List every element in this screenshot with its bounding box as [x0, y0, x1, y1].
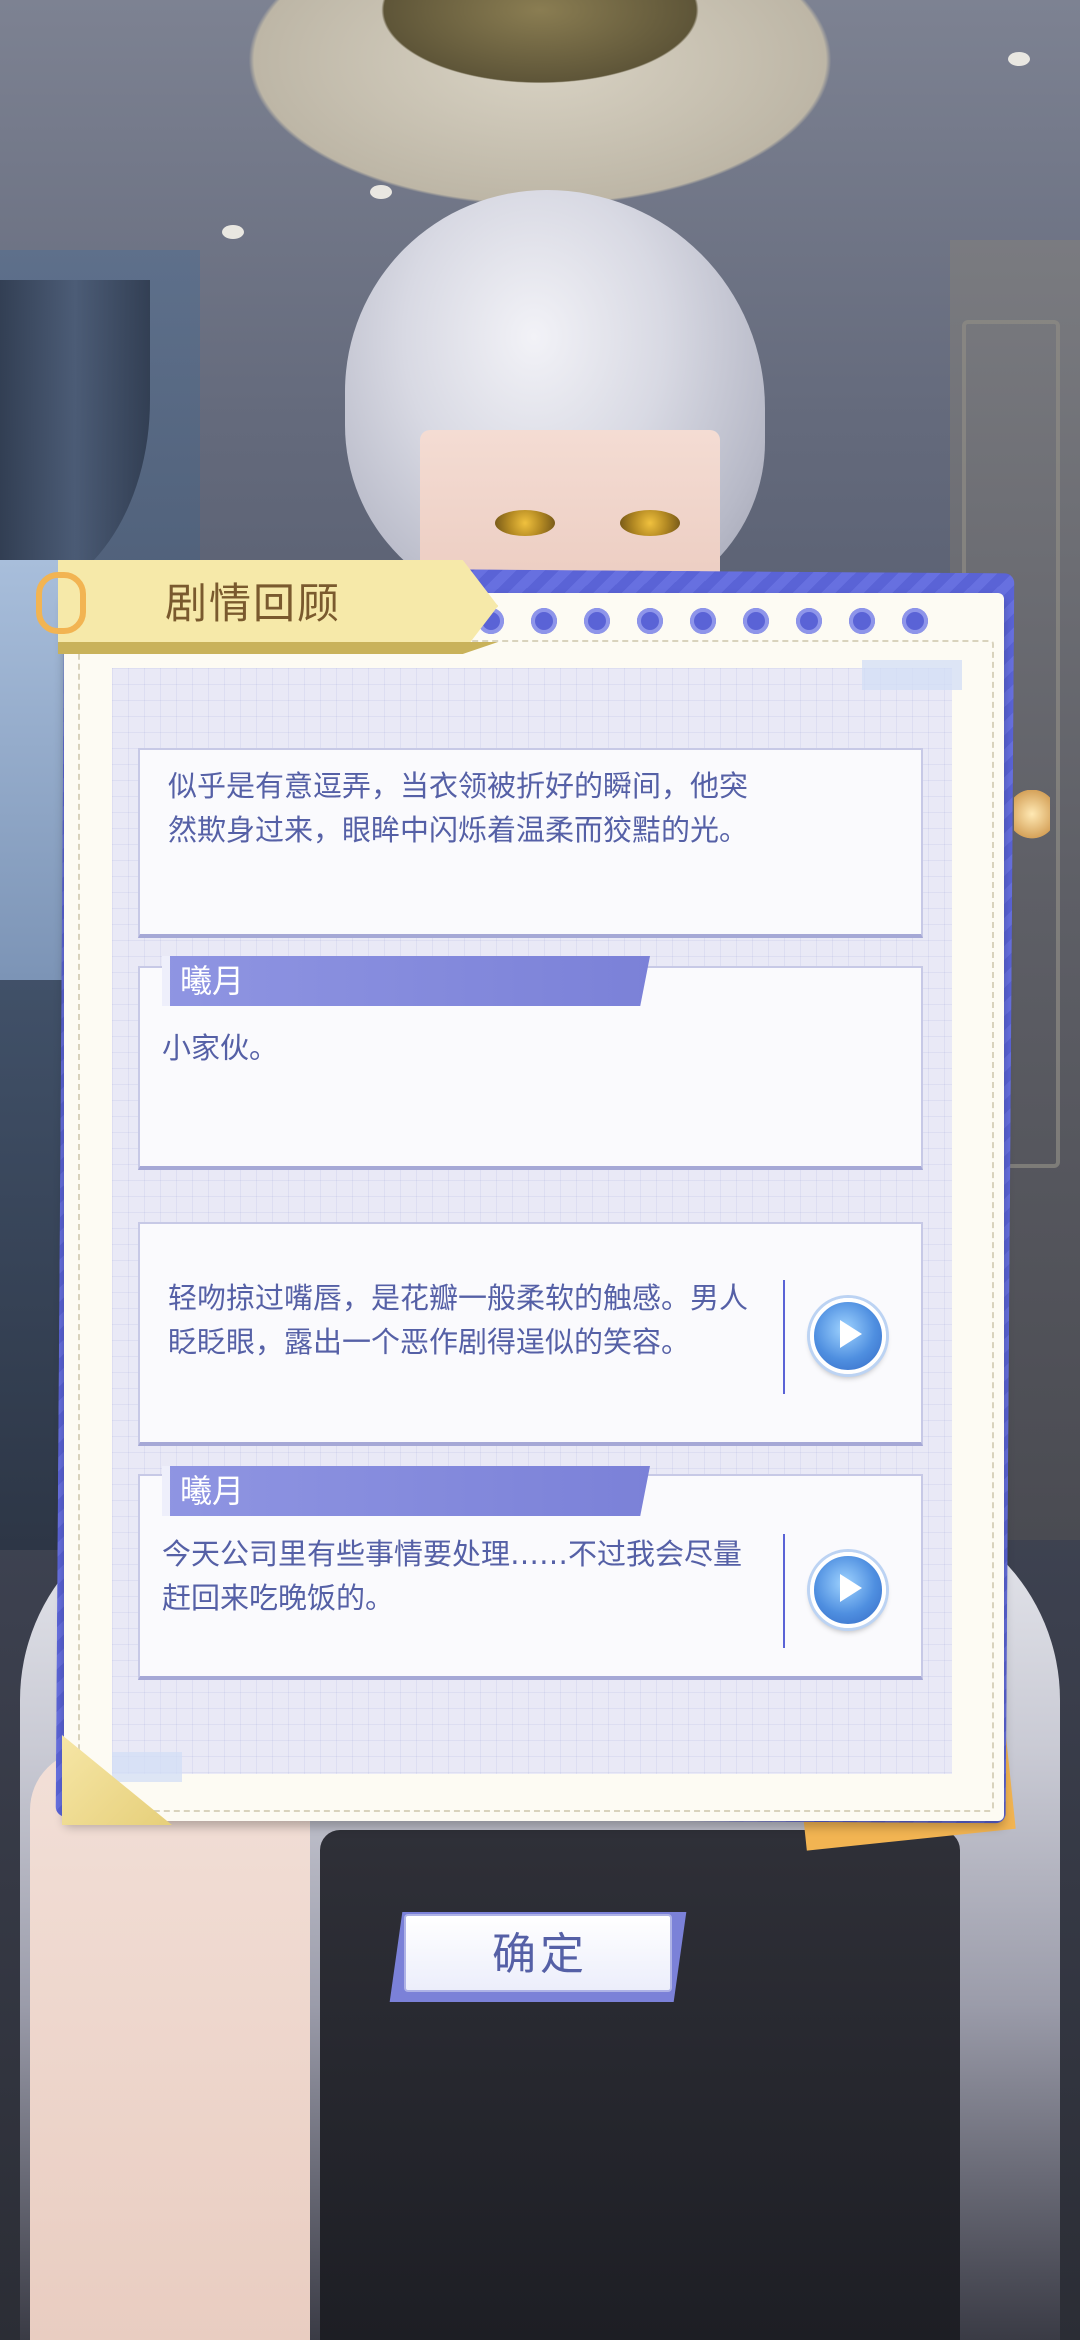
binder-hole: [531, 608, 557, 634]
entry-text: 今天公司里有些事情要处理……不过我会尽量赶回来吃晚饭的。: [162, 1537, 743, 1615]
ceiling-light: [1008, 52, 1030, 66]
entry-text: 似乎是有意逗弄，当衣领被折好的瞬间，他突然欺身过来，眼眸中闪烁着温柔而狡黠的光。: [168, 769, 749, 847]
tape-decoration: [112, 1752, 182, 1782]
binder-hole: [637, 608, 663, 634]
play-voice-button[interactable]: [810, 1298, 886, 1374]
binder-hole: [849, 608, 875, 634]
binder-hole: [743, 608, 769, 634]
binder-hole: [584, 608, 610, 634]
confirm-button[interactable]: 确定: [404, 1914, 672, 1992]
play-icon: [840, 1574, 862, 1602]
entry-text: 轻吻掠过嘴唇，是花瓣一般柔软的触感。男人眨眨眼，露出一个恶作剧得逞似的笑容。: [168, 1281, 749, 1359]
speaker-name: 曦月: [180, 962, 245, 1000]
ceiling-light: [370, 185, 392, 199]
play-voice-button[interactable]: [810, 1552, 886, 1628]
binder-hole: [902, 608, 928, 634]
tape-decoration: [862, 660, 962, 690]
wall-lamp: [1014, 790, 1050, 850]
ceiling-light: [222, 225, 244, 239]
title-tab-edge: [58, 642, 498, 654]
panel-title: 剧情回顾: [165, 579, 342, 628]
binder-hole: [796, 608, 822, 634]
entry-divider: [783, 1280, 785, 1394]
binder-hole: [690, 608, 716, 634]
character-pants: [320, 1830, 960, 2340]
binder-holes: [478, 608, 998, 634]
character-eye-left: [495, 510, 555, 536]
speaker-name: 曦月: [180, 1472, 245, 1510]
character-arm: [30, 1750, 310, 2340]
entry-divider: [783, 1534, 785, 1648]
paperclip-icon: [36, 572, 86, 634]
play-icon: [840, 1320, 862, 1348]
confirm-button-label: 确定: [492, 1929, 588, 1980]
character-eye-right: [620, 510, 680, 536]
entry-text: 小家伙。: [162, 1031, 279, 1065]
